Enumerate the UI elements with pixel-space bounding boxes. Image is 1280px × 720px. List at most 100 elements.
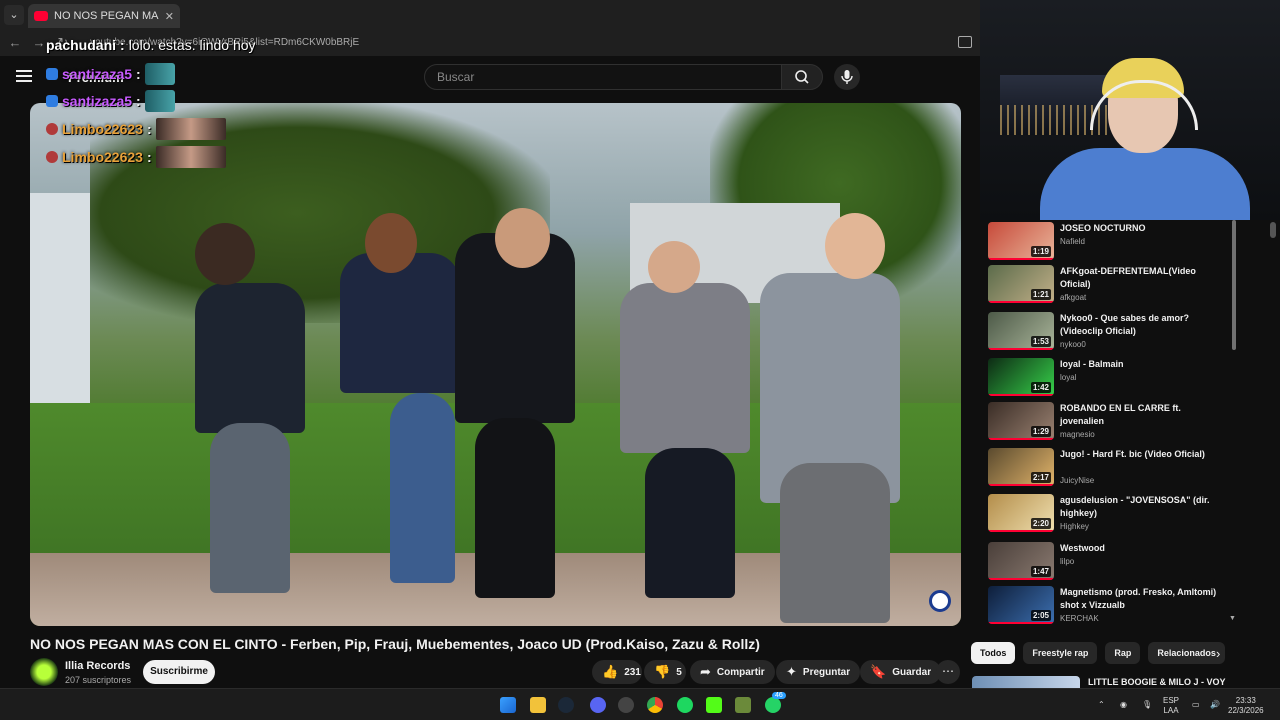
- steam-icon[interactable]: [558, 697, 574, 713]
- channel-watermark-icon[interactable]: [929, 590, 951, 612]
- display-icon[interactable]: ▭: [1192, 700, 1200, 710]
- recommendation-item[interactable]: 2:05 Magnetismo (prod. Fresko, Amltomi) s…: [988, 584, 1228, 628]
- chat-badge-icon: [46, 95, 58, 107]
- recommendation-thumbnail[interactable]: 1:53: [988, 312, 1054, 350]
- spotify-icon[interactable]: [677, 697, 693, 713]
- subscribe-button[interactable]: Suscribirme: [143, 660, 215, 684]
- recommendation-item[interactable]: 1:21 AFKgoat-DEFRENTEMAL(Video Oficial) af…: [988, 263, 1228, 307]
- tab-list-button[interactable]: ⌄: [4, 5, 24, 25]
- recommendation-channel[interactable]: KERCHAK: [1060, 614, 1099, 623]
- browser-tab[interactable]: NO NOS PEGAN MAS CON ✕: [28, 4, 180, 28]
- recommendation-title[interactable]: Westwood: [1060, 542, 1220, 555]
- thumbs-up-icon: 👍: [602, 664, 619, 679]
- close-tab-icon[interactable]: ✕: [165, 10, 174, 23]
- recommendation-channel[interactable]: JuicyNise: [1060, 476, 1094, 485]
- recommendation-channel[interactable]: Highkey: [1060, 522, 1089, 531]
- recommendation-title[interactable]: Nykoo0 - Que sabes de amor? (Videoclip O…: [1060, 312, 1220, 338]
- video-duration: 1:53: [1030, 336, 1051, 347]
- channel-name[interactable]: Illia Records: [65, 660, 130, 672]
- recommendation-item[interactable]: 1:53 Nykoo0 - Que sabes de amor? (Videocl…: [988, 310, 1228, 354]
- scrollbar-thumb[interactable]: [1232, 220, 1236, 350]
- recommendation-title[interactable]: Magnetismo (prod. Fresko, Amltomi) shot …: [1060, 586, 1220, 612]
- chat-text: lolo. estas. lindo hoy: [128, 37, 256, 53]
- whatsapp-icon[interactable]: [765, 697, 781, 713]
- filter-chip[interactable]: Freestyle rap: [1023, 642, 1098, 664]
- browser-tab-strip: ⌄ NO NOS PEGAN MAS CON ✕: [0, 0, 980, 30]
- discord-icon[interactable]: [590, 697, 606, 713]
- recommendation-thumbnail[interactable]: 2:17: [988, 448, 1054, 486]
- recommendation-thumbnail[interactable]: 1:47: [988, 542, 1054, 580]
- start-icon[interactable]: [500, 697, 516, 713]
- video-duration: 2:05: [1030, 610, 1051, 621]
- watch-progress-bar: [988, 348, 1054, 350]
- recommendation-channel[interactable]: Nafield: [1060, 237, 1085, 246]
- recommendation-title[interactable]: loyal - Balmain: [1060, 358, 1220, 371]
- channel-avatar[interactable]: [30, 658, 58, 686]
- back-icon[interactable]: ←: [6, 34, 24, 52]
- recommendation-title[interactable]: Jugo! - Hard Ft. bic (Video Oficial): [1060, 448, 1220, 461]
- recommendation-thumbnail[interactable]: 1:19: [988, 222, 1054, 260]
- language-indicator[interactable]: ESP LAA: [1163, 696, 1179, 716]
- chevron-up-icon[interactable]: ⌃: [1098, 700, 1105, 710]
- tab-title: NO NOS PEGAN MAS CON: [54, 10, 159, 22]
- microphone-tray-icon[interactable]: 🎙: [1142, 700, 1152, 710]
- watch-progress-bar: [988, 301, 1054, 303]
- recommendation-thumbnail[interactable]: 2:20: [988, 494, 1054, 532]
- recommendation-title[interactable]: LITTLE BOOGIE & MILO J - VOY: [1088, 677, 1226, 687]
- voice-search-button[interactable]: [834, 64, 860, 90]
- chrome-icon[interactable]: [647, 697, 663, 713]
- recommendation-thumbnail[interactable]: 1:29: [988, 402, 1054, 440]
- recommendation-item[interactable]: 1:19 JOSEO NOCTURNO Nafield: [988, 220, 1228, 264]
- filter-chip[interactable]: Todos: [971, 642, 1016, 664]
- recommendation-item[interactable]: 1:42 loyal - Balmain loyal: [988, 356, 1228, 400]
- filter-chip[interactable]: Rap: [1105, 642, 1141, 664]
- recommendation-title[interactable]: AFKgoat-DEFRENTEMAL(Video Oficial): [1060, 265, 1220, 291]
- recommendation-item[interactable]: 1:29 ROBANDO EN EL CARRE ft. jovenalien ma…: [988, 400, 1228, 444]
- ask-button[interactable]: ✦ Preguntar: [776, 660, 861, 684]
- search-button[interactable]: [781, 64, 823, 90]
- hamburger-menu-icon[interactable]: [16, 70, 32, 82]
- video-duration: 2:20: [1030, 518, 1051, 529]
- recommendation-item[interactable]: 2:17 Jugo! - Hard Ft. bic (Video Oficial)…: [988, 446, 1228, 490]
- like-button[interactable]: 👍 231: [592, 660, 642, 684]
- recommendation-thumbnail[interactable]: 1:42: [988, 358, 1054, 396]
- minecraft-icon[interactable]: [735, 697, 751, 713]
- chat-emote-icon: [155, 146, 226, 168]
- kick-icon[interactable]: [706, 697, 722, 713]
- recommendation-item[interactable]: 2:20 agusdelusion - "JOVENSOSA" (dir. hig…: [988, 492, 1228, 536]
- recommendation-thumbnail[interactable]: 1:21: [988, 265, 1054, 303]
- recommendation-title[interactable]: agusdelusion - "JOVENSOSA" (dir. highkey…: [1060, 494, 1220, 520]
- recommendation-title[interactable]: ROBANDO EN EL CARRE ft. jovenalien: [1060, 402, 1220, 428]
- more-actions-icon[interactable]: ⋯: [936, 660, 960, 684]
- filter-chip[interactable]: Relacionados: [1148, 642, 1225, 664]
- recommendation-thumbnail[interactable]: 2:05: [988, 586, 1054, 624]
- cast-icon[interactable]: [958, 36, 972, 48]
- ask-label: Preguntar: [802, 666, 851, 678]
- microphone-icon: [841, 70, 853, 84]
- scroll-down-icon[interactable]: ▼: [1229, 615, 1236, 622]
- windows-taskbar: 46 ⌃ ◉ 🎙 ESP LAA ▭ 🔊 23:33 22/3/2026: [0, 688, 1280, 720]
- recommendation-channel[interactable]: loyal: [1060, 373, 1076, 382]
- scrollbar[interactable]: [1230, 220, 1238, 628]
- recommendation-item[interactable]: 1:47 Westwood lilpo: [988, 540, 1228, 584]
- clock[interactable]: 23:33 22/3/2026: [1228, 696, 1264, 716]
- file-explorer-icon[interactable]: [530, 697, 546, 713]
- video-player[interactable]: [30, 103, 961, 626]
- dislike-button[interactable]: 👎 5: [644, 660, 686, 684]
- obs-icon[interactable]: [618, 697, 634, 713]
- volume-icon[interactable]: 🔊: [1210, 700, 1220, 710]
- share-button[interactable]: ➦ Compartir: [690, 660, 775, 684]
- page-scrollbar-thumb[interactable]: [1270, 222, 1276, 238]
- watch-progress-bar: [988, 394, 1054, 396]
- recommendation-channel[interactable]: nykoo0: [1060, 340, 1086, 349]
- recommendation-channel[interactable]: afkgoat: [1060, 293, 1086, 302]
- chat-message: pachudani: lolo. estas. lindo hoy: [46, 37, 256, 53]
- recommendation-channel[interactable]: magnesio: [1060, 430, 1095, 439]
- chevron-right-icon[interactable]: ›: [1216, 646, 1220, 661]
- clock-time: 23:33: [1235, 696, 1256, 705]
- recommendation-channel[interactable]: lilpo: [1060, 557, 1074, 566]
- save-button[interactable]: 🔖 Guardar: [860, 660, 942, 684]
- recommendation-title[interactable]: JOSEO NOCTURNO: [1060, 222, 1220, 235]
- search-input[interactable]: Buscar: [424, 64, 782, 90]
- network-app-icon[interactable]: ◉: [1120, 700, 1127, 710]
